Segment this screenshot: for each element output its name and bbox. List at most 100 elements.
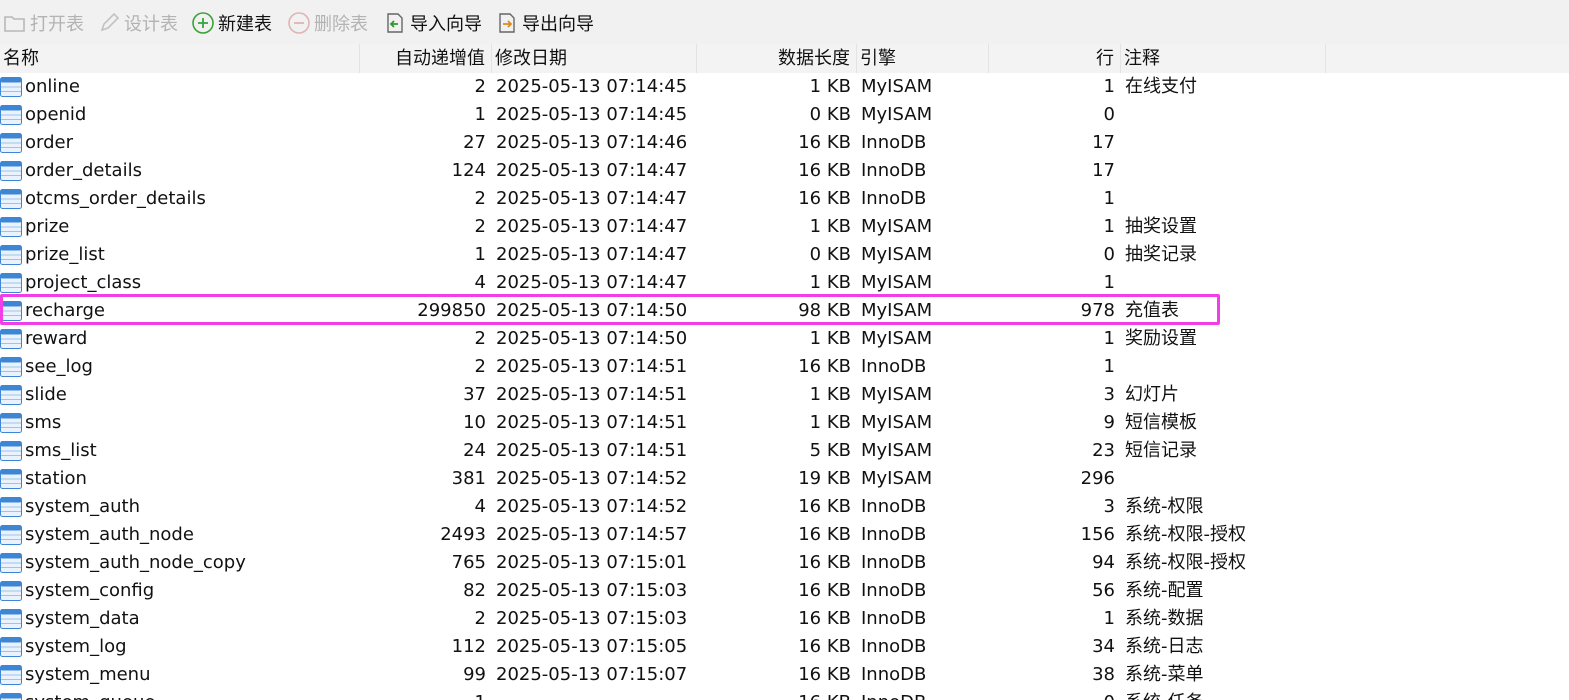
cell-comment: 系统-权限-授权 [1125,552,1246,573]
cell-auto-increment: 2 [474,216,486,237]
cell-rows: 34 [1092,636,1115,657]
table-row[interactable]: openid 1 2025-05-13 07:14:45 0 KB MyISAM 0 [0,101,1569,129]
cell-auto-increment: 37 [463,384,486,405]
table-row[interactable]: sms_list 24 2025-05-13 07:14:51 5 KB MyISAM 2… [0,437,1569,465]
cell-auto-increment: 124 [451,160,486,181]
column-header-data-length[interactable]: 数据长度 [697,44,857,73]
export-wizard-button[interactable]: 导出向导 [494,6,594,40]
cell-rows: 1 [1103,328,1115,349]
cell-modified-date: 2025-05-13 07:14:47 [496,160,688,181]
column-header: 名称 自动递增值 修改日期 数据长度 引擎 行 注释 [0,44,1569,73]
cell-data-length: 19 KB [798,468,851,489]
table-row[interactable]: prize_list 1 2025-05-13 07:14:47 0 KB MyISAM… [0,241,1569,269]
table-row[interactable]: system_auth_node_copy 765 2025-05-13 07:15… [0,549,1569,577]
cell-rows: 0 [1103,244,1115,265]
table-row[interactable]: project_class 4 2025-05-13 07:14:47 1 KB MyI… [0,269,1569,297]
cell-engine: MyISAM [861,76,933,97]
cell-engine: MyISAM [861,328,933,349]
cell-auto-increment: 765 [451,552,486,573]
cell-table-name: system_data [25,608,140,629]
cell-auto-increment: 27 [463,132,486,153]
cell-data-length: 0 KB [809,104,851,125]
table-row[interactable]: prize 2 2025-05-13 07:14:47 1 KB MyISAM 1 抽奖设置 [0,213,1569,241]
cell-modified-date: 2025-05-13 07:14:52 [496,468,688,489]
table-row[interactable]: station 381 2025-05-13 07:14:52 19 KB MyISAM… [0,465,1569,493]
table-row[interactable]: online 2 2025-05-13 07:14:45 1 KB MyISAM 1 在线支… [0,73,1569,101]
table-row[interactable]: see_log 2 2025-05-13 07:14:51 16 KB InnoDB 1 [0,353,1569,381]
cell-data-length: 16 KB [798,552,851,573]
table-row[interactable]: system_queue1 16 KBInnoDB0系统-任务 [0,689,1569,700]
column-header-name[interactable]: 名称 [0,44,360,73]
table-row[interactable]: recharge 299850 2025-05-13 07:14:50 98 KB My… [0,297,1569,325]
column-header-rows[interactable]: 行 [989,44,1121,73]
cell-comment: 短信记录 [1125,440,1197,461]
column-header-comment[interactable]: 注释 [1121,44,1326,73]
table-row[interactable]: slide 37 2025-05-13 07:14:51 1 KB MyISAM 3 幻灯片 [0,381,1569,409]
cell-engine: MyISAM [861,104,933,125]
cell-modified-date: 2025-05-13 07:14:45 [496,76,688,97]
cell-data-length: 16 KB [798,188,851,209]
table-row[interactable]: system_config 82 2025-05-13 07:15:03 16 KB I… [0,577,1569,605]
cell-engine: InnoDB [861,580,927,601]
cell-data-length: 1 KB [809,328,851,349]
table-row[interactable]: reward 2 2025-05-13 07:14:50 1 KB MyISAM 1 奖励设… [0,325,1569,353]
cell-data-length: 1 KB [809,412,851,433]
column-header-auto-increment[interactable]: 自动递增值 [360,44,492,73]
cell-auto-increment: 1 [360,689,492,700]
cell-table-name: otcms_order_details [25,188,206,209]
cell-auto-increment: 2 [474,76,486,97]
table-row[interactable]: order_details 124 2025-05-13 07:14:47 16 KB… [0,157,1569,185]
cell-data-length: 16 KB [798,132,851,153]
table-row[interactable]: order 27 2025-05-13 07:14:46 16 KB InnoDB 17 [0,129,1569,157]
cell-modified-date: 2025-05-13 07:15:07 [496,664,688,685]
new-table-button[interactable]: 新建表 [190,6,272,40]
cell-comment: 系统-配置 [1125,580,1204,601]
cell-table-name: system_auth_node_copy [25,552,246,573]
column-header-engine[interactable]: 引擎 [857,44,989,73]
column-header-modified-date[interactable]: 修改日期 [492,44,697,73]
cell-engine: MyISAM [861,384,933,405]
cell-rows: 0 [989,689,1121,700]
cell-engine: MyISAM [861,244,933,265]
cell-table-name: sms [25,412,62,433]
cell-modified-date: 2025-05-13 07:15:03 [496,580,688,601]
cell-table-name: project_class [25,272,142,293]
cell-auto-increment: 1 [474,244,486,265]
cell-auto-increment: 2493 [440,524,486,545]
cell-comment [1121,101,1326,129]
table-row[interactable]: system_menu 99 2025-05-13 07:15:07 16 KB Inn… [0,661,1569,689]
table-row[interactable]: system_auth_node 2493 2025-05-13 07:14:57 1… [0,521,1569,549]
cell-table-name: online [25,76,80,97]
cell-rows: 3 [1103,496,1115,517]
table-row[interactable]: system_log 112 2025-05-13 07:15:05 16 KB Inn… [0,633,1569,661]
design-table-button[interactable]: 设计表 [96,6,178,40]
cell-data-length: 1 KB [809,76,851,97]
cell-data-length: 0 KB [809,244,851,265]
table-row[interactable]: system_data 2 2025-05-13 07:15:03 16 KB Inno… [0,605,1569,633]
cell-rows: 3 [1103,384,1115,405]
cell-modified-date: 2025-05-13 07:14:51 [496,440,688,461]
cell-rows: 296 [1080,468,1115,489]
cell-comment: 奖励设置 [1125,328,1197,349]
cell-auto-increment: 2 [474,356,486,377]
table-row[interactable]: sms 10 2025-05-13 07:14:51 1 KB MyISAM 9 短信模板 [0,409,1569,437]
cell-rows: 9 [1103,412,1115,433]
import-wizard-button[interactable]: 导入向导 [382,6,482,40]
cell-table-name: system_auth_node [25,524,194,545]
open-table-button[interactable]: 打开表 [2,6,84,40]
cell-comment: 系统-权限 [1125,496,1204,517]
cell-comment: 系统-数据 [1125,608,1204,629]
cell-modified-date: 2025-05-13 07:14:45 [496,104,688,125]
cell-auto-increment: 99 [463,664,486,685]
cell-table-name: system_log [25,636,127,657]
cell-table-name: system_queue [0,689,360,700]
cell-modified-date [492,689,697,700]
delete-table-button[interactable]: 删除表 [286,6,368,40]
table-row[interactable]: otcms_order_details 2 2025-05-13 07:14:47 1… [0,185,1569,213]
cell-engine: InnoDB [861,132,927,153]
cell-auto-increment: 4 [474,272,486,293]
cell-engine: MyISAM [861,272,933,293]
cell-data-length: 16 KB [798,664,851,685]
table-row[interactable]: system_auth 4 2025-05-13 07:14:52 16 KB Inno… [0,493,1569,521]
cell-comment: 抽奖记录 [1125,244,1197,265]
